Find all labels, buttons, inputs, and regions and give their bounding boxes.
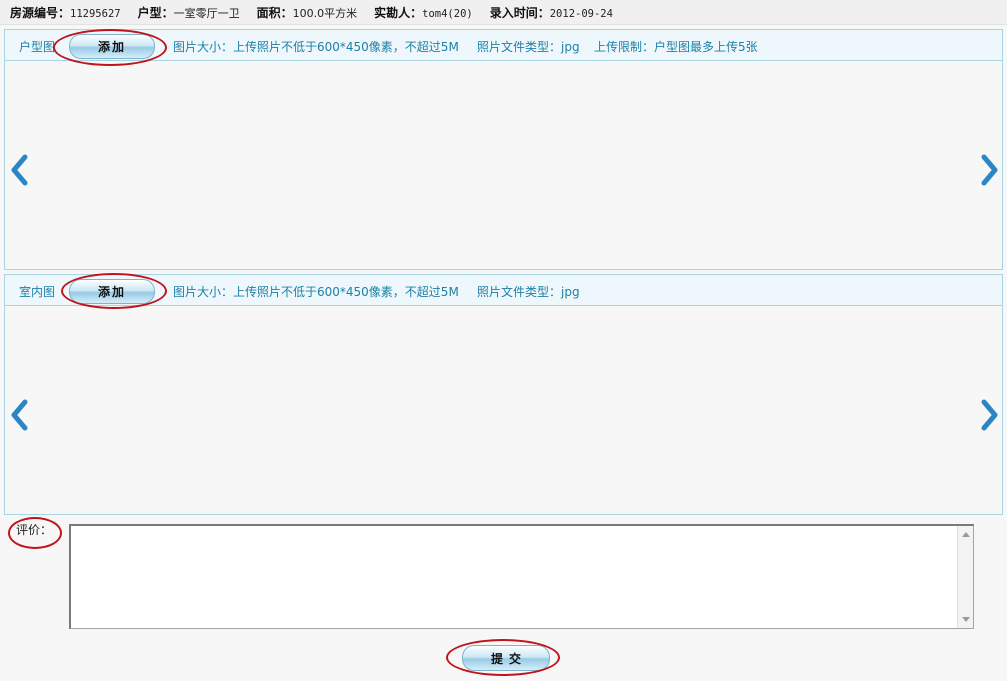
area-label: 面积：: [256, 5, 293, 20]
surveyor-value: tom4(20): [422, 7, 473, 20]
floorplan-title: 户型图: [19, 40, 56, 54]
interior-type-note: 照片文件类型：jpg: [477, 285, 580, 299]
layout-label: 户型：: [137, 5, 174, 20]
interior-panel-header: 室内图 添加 图片大小：上传照片不低于600*450像素，不超过5M 照片文件类…: [5, 275, 1002, 306]
interior-add-button[interactable]: 添加: [69, 279, 155, 304]
floorplan-gallery: [5, 61, 1002, 269]
floorplan-add-button[interactable]: 添加: [69, 34, 155, 59]
interior-next-chevron-right-icon[interactable]: [977, 395, 1003, 435]
floorplan-next-chevron-right-icon[interactable]: [977, 150, 1003, 190]
surveyor: 实勘人：tom4(20): [374, 4, 473, 21]
entry-time-label: 录入时间：: [489, 5, 550, 20]
floorplan-size-note: 图片大小：上传照片不低于600*450像素，不超过5M: [173, 40, 459, 54]
floorplan-panel-header: 户型图 添加 图片大小：上传照片不低于600*450像素，不超过5M 照片文件类…: [5, 30, 1002, 61]
comment-textarea[interactable]: [69, 524, 974, 629]
listing-info-bar: 房源编号：11295627 户型：一室零厅一卫 面积：100.0平方米 实勘人：…: [0, 0, 1007, 25]
scroll-up-icon[interactable]: [962, 532, 970, 537]
interior-gallery: [5, 306, 1002, 514]
submit-button[interactable]: 提交: [462, 645, 550, 671]
interior-prev-chevron-left-icon[interactable]: [6, 395, 32, 435]
scroll-down-icon[interactable]: [962, 617, 970, 622]
interior-size-note: 图片大小：上传照片不低于600*450像素，不超过5M: [173, 285, 459, 299]
listing-number: 房源编号：11295627: [10, 4, 121, 21]
entry-time: 录入时间：2012-09-24: [490, 4, 613, 21]
interior-title: 室内图: [19, 285, 56, 299]
surveyor-label: 实勘人：: [374, 5, 423, 20]
comment-scrollbar[interactable]: [957, 526, 973, 628]
comment-label: 评价：: [16, 523, 53, 537]
entry-time-value: 2012-09-24: [549, 7, 613, 20]
listing-number-label: 房源编号：: [10, 5, 71, 20]
floorplan-panel: 户型图 添加 图片大小：上传照片不低于600*450像素，不超过5M 照片文件类…: [4, 29, 1003, 270]
floorplan-limit-note: 上传限制：户型图最多上传5张: [594, 40, 758, 54]
area: 面积：100.0平方米: [257, 4, 358, 21]
listing-number-value: 11295627: [70, 7, 121, 20]
floorplan-type-note: 照片文件类型：jpg: [477, 40, 580, 54]
area-value: 100.0平方米: [292, 6, 358, 20]
layout-value: 一室零厅一卫: [173, 6, 240, 20]
layout: 户型：一室零厅一卫: [138, 4, 240, 21]
floorplan-prev-chevron-left-icon[interactable]: [6, 150, 32, 190]
interior-panel: 室内图 添加 图片大小：上传照片不低于600*450像素，不超过5M 照片文件类…: [4, 274, 1003, 515]
